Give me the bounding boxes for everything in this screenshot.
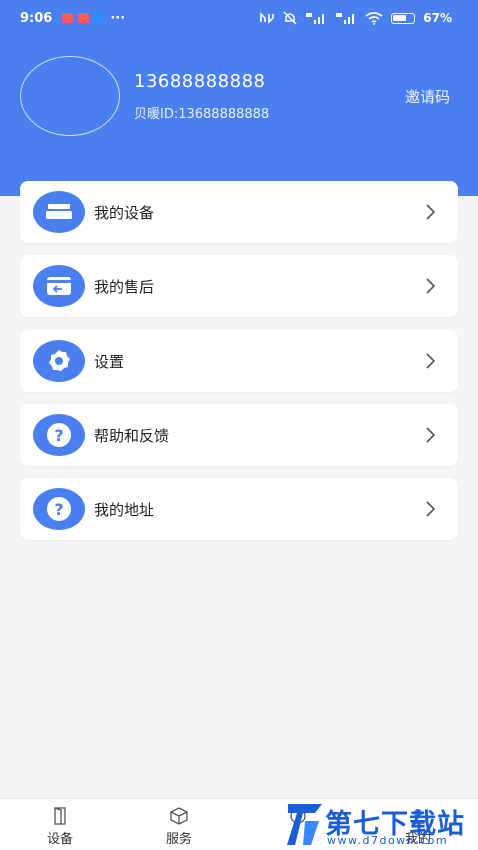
after-sales-icon <box>33 265 85 307</box>
app-notification-icon <box>78 13 90 23</box>
svg-text:?: ? <box>54 500 63 519</box>
device-icon <box>33 191 85 233</box>
signal-icon <box>306 13 325 24</box>
status-indicators: 67% <box>259 0 452 36</box>
menu-item-label: 帮助和反馈 <box>94 426 170 445</box>
chevron-right-icon <box>426 204 436 220</box>
menu-item-label: 设置 <box>94 352 125 371</box>
chevron-right-icon <box>426 353 436 369</box>
watermark: 第七下载站 www.d7down.com <box>283 800 478 850</box>
battery-percent: 67% <box>423 11 452 25</box>
gear-icon <box>33 340 85 382</box>
user-phone: 13688888888 <box>134 71 266 92</box>
menu-item-my-devices[interactable]: 我的设备 <box>20 181 458 243</box>
svg-text:?: ? <box>54 426 63 445</box>
nfc-icon <box>260 12 275 24</box>
chevron-right-icon <box>426 427 436 443</box>
tab-devices[interactable]: 设备 <box>20 799 100 850</box>
menu-item-label: 我的设备 <box>94 203 155 222</box>
watermark-logo-icon <box>287 804 322 845</box>
notification-icons: ··· <box>62 11 125 26</box>
chevron-right-icon <box>426 501 436 517</box>
avatar[interactable] <box>20 56 120 136</box>
menu-item-my-address[interactable]: ? 我的地址 <box>20 478 458 540</box>
tab-services[interactable]: 服务 <box>139 799 219 850</box>
app-notification-icon <box>94 13 106 23</box>
help-icon: ? <box>33 488 85 530</box>
tab-label: 设备 <box>46 832 73 847</box>
watermark-url: www.d7down.com <box>327 834 449 847</box>
menu-item-after-sales[interactable]: 我的售后 <box>20 255 458 317</box>
tab-label: 服务 <box>165 832 192 847</box>
menu-item-label: 我的售后 <box>94 277 155 296</box>
help-icon: ? <box>33 414 85 456</box>
invite-code-button[interactable]: 邀请码 <box>405 86 450 107</box>
door-icon <box>54 807 66 825</box>
more-notifications-icon: ··· <box>110 10 126 26</box>
user-id: 贝暖ID:13688888888 <box>134 107 270 122</box>
battery-level <box>393 14 406 21</box>
cube-icon <box>170 807 188 825</box>
battery-icon <box>391 12 416 24</box>
menu-item-settings[interactable]: 设置 <box>20 330 458 392</box>
menu-item-label: 我的地址 <box>94 500 155 519</box>
signal-icon <box>336 13 355 24</box>
status-time: 9:06 <box>20 10 53 26</box>
mute-bell-icon <box>283 11 297 25</box>
chevron-right-icon <box>426 278 436 294</box>
status-bar: 9:06 ··· 67% <box>0 0 478 36</box>
app-notification-icon <box>62 13 74 23</box>
menu-item-help-feedback[interactable]: ? 帮助和反馈 <box>20 404 458 466</box>
wifi-icon <box>365 11 383 25</box>
